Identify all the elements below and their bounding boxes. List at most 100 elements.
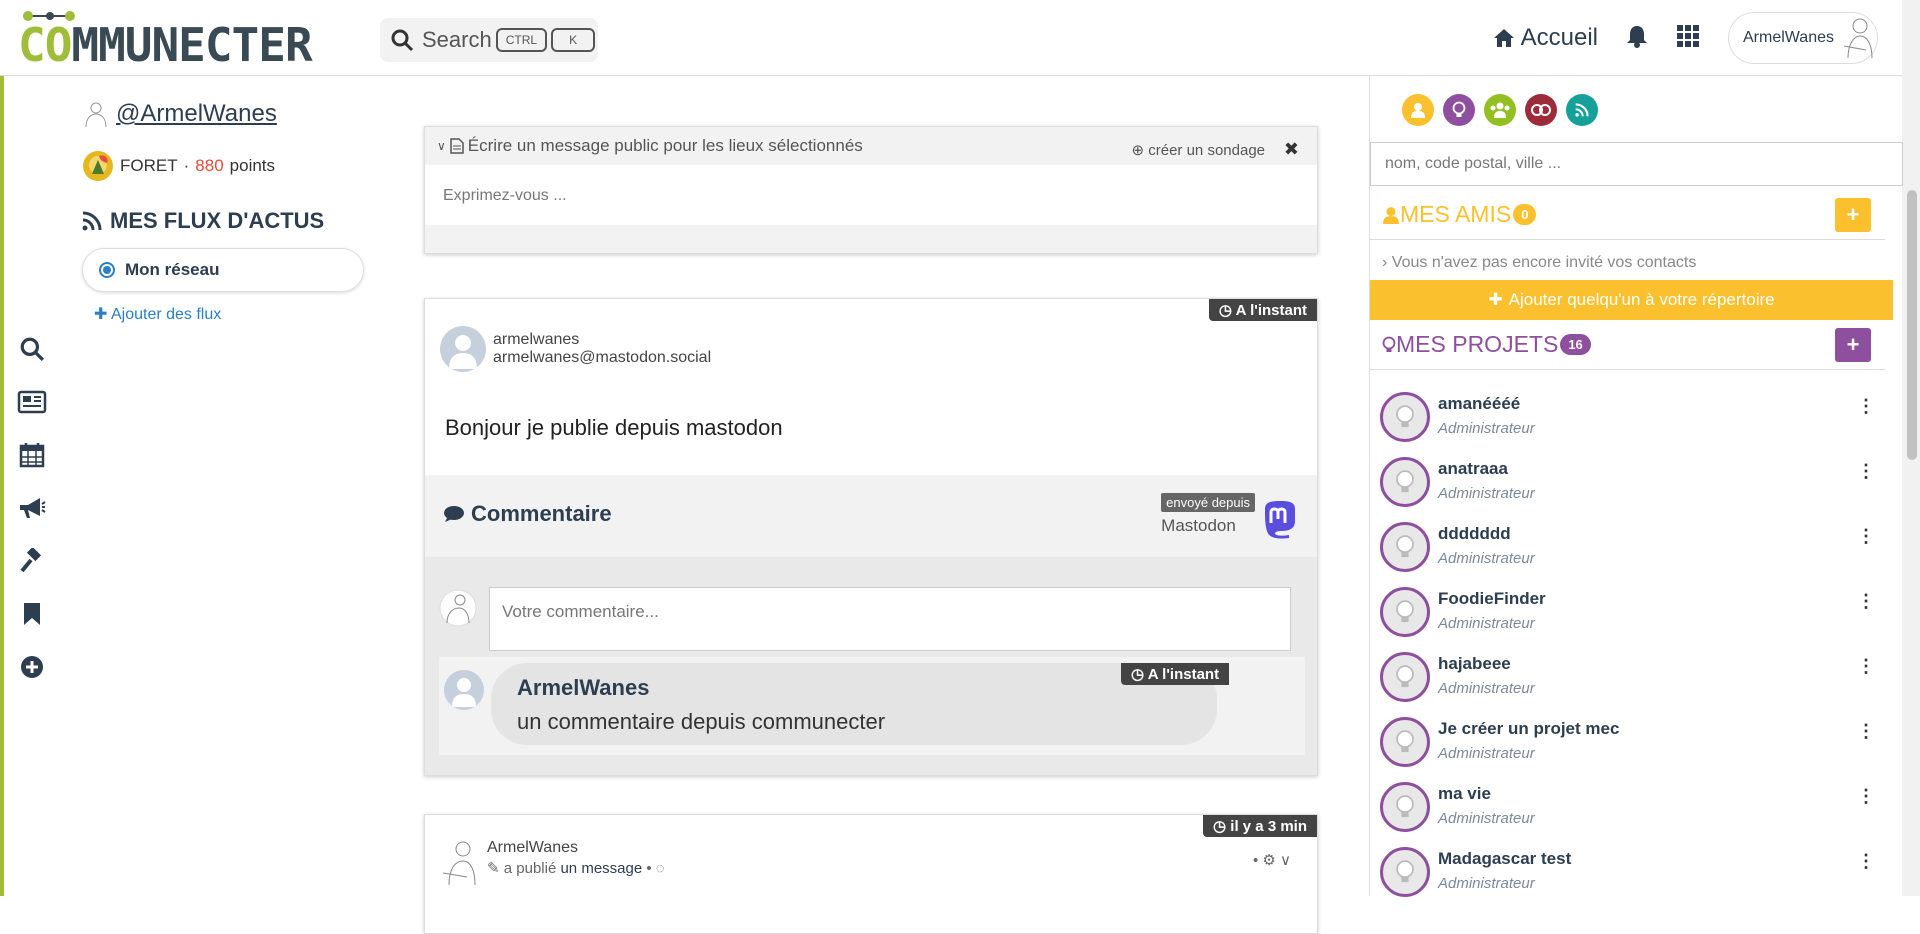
project-name[interactable]: ddddddd	[1438, 524, 1511, 544]
more-vertical-icon[interactable]: ⋮	[1857, 851, 1875, 872]
close-icon[interactable]: ✖	[1284, 139, 1299, 160]
project-name[interactable]: amanéééé	[1438, 394, 1520, 414]
project-item[interactable]: ddddddd Administrateur ⋮	[1380, 518, 1885, 583]
more-vertical-icon[interactable]: ⋮	[1857, 461, 1875, 482]
post-author-name[interactable]: ArmelWanes	[487, 839, 665, 857]
left-side-menu	[8, 322, 56, 690]
project-name[interactable]: FoodieFinder	[1438, 589, 1546, 609]
more-vertical-icon[interactable]: ⋮	[1857, 591, 1875, 612]
mask-icon	[1531, 104, 1551, 116]
project-item[interactable]: anatraaa Administrateur ⋮	[1380, 453, 1885, 518]
news-post: ◷ A l'instant armelwanes armelwanes@mast…	[424, 298, 1318, 776]
add-feed-label: Ajouter des flux	[110, 306, 222, 323]
profile-handle-link[interactable]: @ArmelWanes	[82, 100, 382, 128]
more-vertical-icon[interactable]: ⋮	[1857, 396, 1875, 417]
edit-icon: ✎	[487, 860, 500, 877]
project-item[interactable]: ma vie Administrateur ⋮	[1380, 778, 1885, 843]
invite-contacts-link[interactable]: › Vous n'avez pas encore invité vos cont…	[1382, 254, 1696, 272]
comment-toggle[interactable]: Commentaire	[443, 501, 612, 527]
project-item[interactable]: Madagascar test Administrateur ⋮	[1380, 843, 1885, 908]
project-role: Administrateur	[1438, 550, 1535, 567]
project-role: Administrateur	[1438, 810, 1535, 827]
post-object-link[interactable]: un message	[560, 860, 642, 877]
menu-bookmarks-button[interactable]	[8, 587, 56, 640]
project-item[interactable]: hajabeee Administrateur ⋮	[1380, 648, 1885, 713]
project-item[interactable]: Je créer un projet mec Administrateur ⋮	[1380, 713, 1885, 778]
project-role: Administrateur	[1438, 680, 1535, 697]
plus-circle-icon: ⊕	[1131, 142, 1145, 159]
search-icon	[391, 29, 414, 52]
filter-rss[interactable]	[1566, 94, 1598, 126]
bullet: •	[646, 860, 652, 877]
more-vertical-icon[interactable]: ⋮	[1857, 786, 1875, 807]
mastodon-icon[interactable]	[1261, 499, 1299, 544]
menu-news-button[interactable]	[8, 375, 56, 428]
location-search-input[interactable]: nom, code postal, ville ...	[1370, 142, 1903, 186]
page-scrollbar[interactable]	[1902, 0, 1920, 896]
user-menu-button[interactable]: ArmelWanes	[1728, 12, 1878, 64]
clock-icon: ◷	[1213, 818, 1227, 835]
filter-people[interactable]	[1402, 94, 1434, 126]
filter-projects[interactable]	[1443, 94, 1475, 126]
menu-tools-button[interactable]	[8, 534, 56, 587]
apps-menu-button[interactable]	[1676, 24, 1700, 53]
home-link[interactable]: Accueil	[1493, 24, 1598, 52]
lightbulb-icon	[1382, 336, 1396, 352]
notifications-button[interactable]	[1626, 24, 1648, 53]
comment-author[interactable]: ArmelWanes	[517, 675, 1191, 701]
more-vertical-icon[interactable]: ⋮	[1857, 656, 1875, 677]
add-contact-button[interactable]: ✚ Ajouter quelqu'un à votre répertoire	[1370, 280, 1893, 320]
mastodon-logo	[1265, 501, 1295, 539]
global-search-button[interactable]: Search CTRL K	[380, 18, 598, 62]
filter-events[interactable]	[1525, 94, 1557, 126]
project-name[interactable]: hajabeee	[1438, 654, 1511, 674]
composer-input[interactable]: Exprimez-vous ...	[425, 165, 1317, 225]
post-author[interactable]: armelwanes armelwanes@mastodon.social	[439, 325, 711, 373]
plus-icon: ✚	[94, 306, 108, 323]
post-timestamp-text: il y a 3 min	[1230, 818, 1307, 835]
more-vertical-icon[interactable]: ⋮	[1857, 721, 1875, 742]
project-name[interactable]: Je créer un projet mec	[1438, 719, 1619, 739]
add-friend-button[interactable]: +	[1835, 198, 1871, 232]
communecter-logo[interactable]: COMMUNECTER	[18, 8, 368, 72]
projects-title: MES PROJETS	[1396, 331, 1559, 357]
points-separator: ·	[183, 156, 190, 175]
add-project-button[interactable]: +	[1835, 328, 1871, 362]
project-name[interactable]: Madagascar test	[1438, 849, 1571, 869]
menu-search-button[interactable]	[8, 322, 56, 375]
post-timestamp: ◷ A l'instant	[1208, 299, 1317, 321]
profile-level: FORET	[120, 156, 178, 175]
feed-option-my-network[interactable]: Mon réseau	[82, 248, 364, 292]
menu-add-button[interactable]	[8, 640, 56, 693]
sent-from-source: Mastodon	[1161, 516, 1236, 535]
project-name[interactable]: ma vie	[1438, 784, 1491, 804]
scrollbar-thumb[interactable]	[1907, 190, 1917, 460]
project-name[interactable]: anatraaa	[1438, 459, 1508, 479]
left-accent-rail	[0, 76, 4, 896]
feed-option-label: Mon réseau	[125, 260, 220, 279]
comment-bar: Commentaire envoyé depuis Mastodon	[425, 475, 1317, 557]
user-avatar-sketch	[1843, 18, 1873, 59]
project-item[interactable]: FoodieFinder Administrateur ⋮	[1380, 583, 1885, 648]
home-label: Accueil	[1520, 24, 1598, 51]
group-icon	[1490, 102, 1510, 118]
home-icon	[1493, 29, 1514, 47]
filter-groups[interactable]	[1484, 94, 1516, 126]
more-vertical-icon[interactable]: ⋮	[1857, 526, 1875, 547]
menu-announcements-button[interactable]	[8, 481, 56, 534]
menu-agenda-button[interactable]	[8, 428, 56, 481]
add-feed-link[interactable]: ✚ Ajouter des flux	[94, 304, 382, 324]
post-author-name: armelwanes	[493, 331, 580, 348]
project-item[interactable]: amanéééé Administrateur ⋮	[1380, 388, 1885, 453]
post-options-button[interactable]: • ⚙ ∨	[1253, 851, 1291, 869]
project-avatar	[1380, 457, 1430, 507]
comment-input[interactable]: Votre commentaire...	[489, 587, 1291, 651]
project-avatar	[1380, 392, 1430, 442]
lightbulb-icon	[1396, 600, 1414, 623]
news-feeds-title-text: MES FLUX D'ACTUS	[110, 208, 325, 233]
comment-text: un commentaire depuis communecter	[517, 709, 886, 734]
create-poll-button[interactable]: ⊕ créer un sondage	[1132, 141, 1266, 159]
friends-title: MES AMIS	[1400, 201, 1512, 227]
bookmark-icon	[24, 602, 40, 625]
comment-timestamp-text: A l'instant	[1147, 666, 1220, 683]
